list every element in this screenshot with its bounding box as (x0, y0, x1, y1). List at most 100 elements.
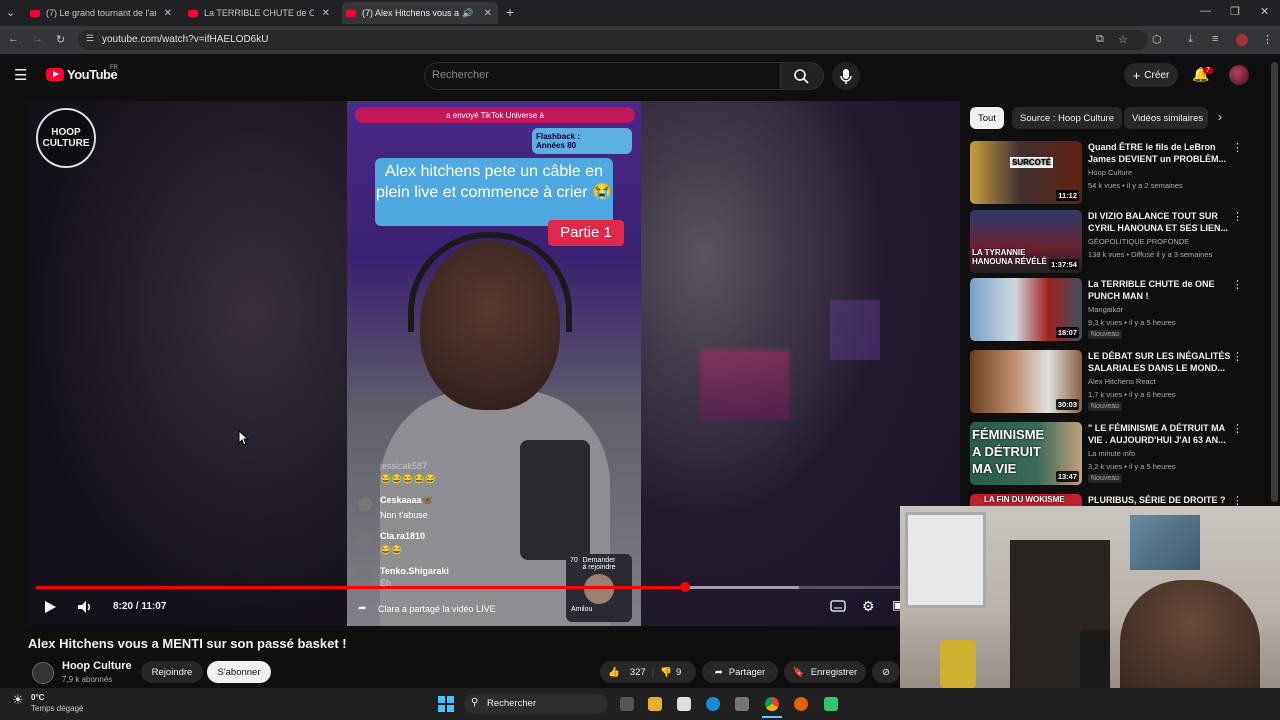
browser-tab-2[interactable]: La TERRIBLE CHUTE de ONE PU ✕ (184, 2, 336, 24)
chevron-right-icon[interactable]: › (1218, 110, 1222, 124)
thumbnail[interactable]: 18:07 (970, 278, 1082, 341)
browser-menu-icon[interactable]: ⋮ (1262, 33, 1273, 46)
background-neon-light (830, 300, 880, 360)
new-badge: Nouveau (1088, 402, 1123, 411)
hamburger-menu-icon[interactable]: ☰ (14, 66, 27, 84)
account-avatar[interactable] (1229, 65, 1249, 85)
play-button[interactable] (42, 598, 58, 619)
thumbnail[interactable]: FÉMINISME A DÉTRUIT MA VIE 13:47 (970, 422, 1082, 485)
chip-source[interactable]: Source : Hoop Culture (1012, 107, 1122, 129)
weather-sun-icon[interactable]: ☀ (12, 692, 24, 708)
thumbnail[interactable]: 30:03 (970, 350, 1082, 413)
recommended-video[interactable]: SURCOTÉ 11:12 Quand ÊTRE le fils de LeBr… (970, 141, 1262, 207)
more-options-icon[interactable]: ⋮ (1232, 210, 1243, 223)
thanks-button[interactable]: ⊘ (872, 661, 900, 683)
cursor-arrow-icon (238, 429, 250, 446)
rec-channel[interactable]: Alex Hitchens React (1088, 377, 1156, 386)
forward-icon[interactable]: → (32, 33, 43, 45)
channel-watermark[interactable]: HOOP CULTURE (36, 108, 96, 168)
firefox-icon[interactable] (794, 697, 808, 711)
cast-icon[interactable]: ⧉ (1096, 33, 1104, 46)
tab-title: (7) Alex Hitchens vous a ME (362, 8, 460, 18)
chip-similar[interactable]: Vidéos similaires (1124, 107, 1208, 129)
like-icon[interactable]: 👍 (608, 667, 620, 678)
settings-gear-icon[interactable]: ⚙ (862, 598, 875, 615)
more-options-icon[interactable]: ⋮ (1232, 141, 1243, 154)
close-tab-icon[interactable]: ✕ (484, 8, 492, 19)
more-options-icon[interactable]: ⋮ (1232, 350, 1243, 363)
rec-channel[interactable]: Hoop Culture (1088, 168, 1132, 177)
more-options-icon[interactable]: ⋮ (1232, 494, 1243, 506)
rec-title[interactable]: LE DÉBAT SUR LES INÉGALITÉS SALARIALES D… (1088, 350, 1238, 374)
channel-avatar[interactable] (32, 662, 54, 684)
app-icon[interactable] (824, 697, 838, 711)
profile-avatar[interactable] (1236, 34, 1248, 46)
search-button[interactable] (780, 62, 824, 90)
create-button[interactable]: + Créer (1124, 63, 1178, 87)
chip-all[interactable]: Tout (970, 107, 1004, 129)
recommended-video[interactable]: LA FIN DU WOKISME PLURIBUS, SÉRIE DE DRO… (970, 494, 1262, 506)
recommended-video[interactable]: LA TYRANNIE HANOUNA RÉVÉLÉ 1:37:54 DI VI… (970, 210, 1262, 276)
close-tab-icon[interactable]: ✕ (164, 8, 172, 19)
weather-temp[interactable]: 0°C (31, 693, 44, 702)
rec-channel[interactable]: La minute info (1088, 449, 1135, 458)
scrollbar[interactable] (1271, 62, 1278, 502)
more-options-icon[interactable]: ⋮ (1232, 422, 1243, 435)
chrome-icon[interactable] (765, 697, 779, 711)
browser-tab-1[interactable]: (7) Le grand tournant de l'anim ✕ (26, 2, 178, 24)
recommended-video[interactable]: FÉMINISME A DÉTRUIT MA VIE 13:47 " LE FÉ… (970, 422, 1262, 488)
task-view-icon[interactable] (620, 697, 634, 711)
chat-user: Cla.ra1810 (380, 531, 426, 541)
thumbnail[interactable]: LA FIN DU WOKISME (970, 494, 1082, 506)
progress-scrubber[interactable] (679, 582, 690, 592)
media-control-icon[interactable]: ≡ (1212, 33, 1218, 45)
more-options-icon[interactable]: ⋮ (1232, 278, 1243, 291)
tab-list-icon[interactable]: ⌄ (6, 6, 15, 19)
minimize-icon[interactable]: — (1200, 5, 1211, 17)
close-window-icon[interactable]: ✕ (1260, 5, 1269, 18)
store-icon[interactable] (735, 697, 749, 711)
restore-icon[interactable]: ❐ (1230, 5, 1240, 18)
channel-name[interactable]: Hoop Culture (62, 660, 132, 672)
rec-title[interactable]: DI VIZIO BALANCE TOUT SUR CYRIL HANOUNA … (1088, 210, 1238, 234)
browser-tab-3[interactable]: (7) Alex Hitchens vous a ME 🔊 ✕ (342, 2, 498, 24)
close-tab-icon[interactable]: ✕ (322, 8, 330, 19)
site-info-icon[interactable]: ☰ (86, 33, 94, 44)
tab-title: (7) Le grand tournant de l'anim (46, 8, 156, 18)
windows-start-icon[interactable] (438, 696, 454, 712)
like-count[interactable]: 327 (630, 667, 646, 678)
rec-channel[interactable]: GÉOPOLITIQUE PROFONDE (1088, 237, 1189, 246)
thumbnail[interactable]: SURCOTÉ 11:12 (970, 141, 1082, 204)
volume-button[interactable] (76, 598, 94, 619)
duration: 1:37:54 (1049, 259, 1079, 270)
notepad-icon[interactable] (677, 697, 691, 711)
thumbnail[interactable]: LA TYRANNIE HANOUNA RÉVÉLÉ 1:37:54 (970, 210, 1082, 273)
join-button[interactable]: Rejoindre (141, 661, 203, 683)
speaker-icon[interactable]: 🔊 (462, 8, 473, 19)
rec-title[interactable]: " LE FÉMINISME A DÉTRUIT MA VIE . AUJOUR… (1088, 422, 1238, 446)
reload-icon[interactable]: ↻ (56, 33, 65, 46)
save-button[interactable]: 🔖 Enregistrer (784, 661, 866, 683)
voice-search-button[interactable] (832, 62, 860, 90)
webcam-room-poster (1130, 515, 1200, 570)
recommended-video[interactable]: 30:03 LE DÉBAT SUR LES INÉGALITÉS SALARI… (970, 350, 1262, 416)
dislike-icon[interactable]: 👎 (660, 667, 672, 678)
rec-title[interactable]: La TERRIBLE CHUTE de ONE PUNCH MAN ! (1088, 278, 1238, 302)
chat-avatar (358, 533, 372, 547)
dislike-count[interactable]: 9 (676, 667, 681, 678)
back-icon[interactable]: ← (8, 33, 19, 45)
subscribe-button[interactable]: S'abonner (207, 661, 271, 683)
extensions-icon[interactable]: ⬡ (1152, 33, 1162, 46)
rec-title[interactable]: PLURIBUS, SÉRIE DE DROITE ? (1088, 494, 1238, 506)
recommended-video[interactable]: 18:07 La TERRIBLE CHUTE de ONE PUNCH MAN… (970, 278, 1262, 344)
rec-channel[interactable]: Mangaikor (1088, 305, 1123, 314)
rec-title[interactable]: Quand ÊTRE le fils de LeBron James DEVIE… (1088, 141, 1238, 165)
bookmark-star-icon[interactable]: ☆ (1118, 33, 1128, 46)
file-explorer-icon[interactable] (648, 697, 662, 711)
edge-icon[interactable] (706, 697, 720, 711)
rec-meta: 3,2 k vues • il y a 5 heures (1088, 462, 1176, 471)
new-tab-icon[interactable]: + (506, 4, 514, 20)
share-button[interactable]: ➦ Partager (702, 661, 778, 683)
download-icon[interactable]: ⤓ (1188, 33, 1193, 46)
subtitles-button[interactable] (830, 599, 846, 616)
